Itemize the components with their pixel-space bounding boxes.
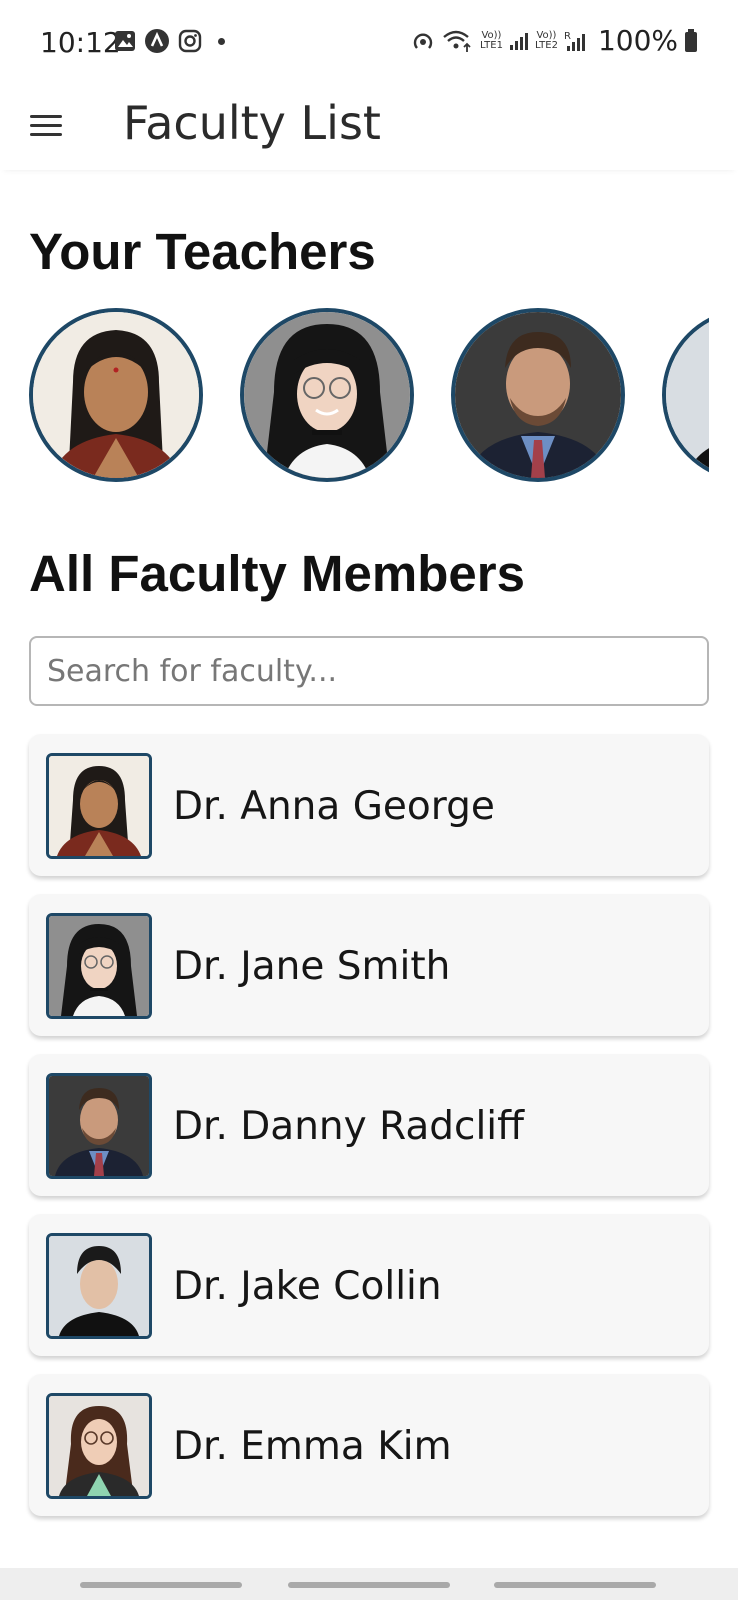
faculty-name: Dr. Anna George <box>173 784 495 829</box>
teachers-carousel[interactable] <box>29 306 709 486</box>
lte1-label: Vo)) LTE1 <box>479 29 503 51</box>
faculty-card[interactable]: Dr. Danny Radcliff <box>29 1054 709 1196</box>
faculty-name: Dr. Jane Smith <box>173 944 451 989</box>
signal-1-icon <box>509 31 529 51</box>
teacher-avatar[interactable] <box>29 308 203 482</box>
faculty-list: Dr. Anna George Dr. Jane Smith Dr. Danny… <box>29 734 709 1534</box>
app-notification-icon <box>144 28 170 54</box>
gallery-icon <box>114 30 136 52</box>
nav-home-button[interactable] <box>288 1582 450 1588</box>
faculty-card[interactable]: Dr. Emma Kim <box>29 1374 709 1516</box>
nav-recents-button[interactable] <box>80 1582 242 1588</box>
hamburger-menu-icon[interactable] <box>28 106 68 146</box>
nav-back-button[interactable] <box>494 1582 656 1588</box>
more-notifications-dot <box>218 37 225 45</box>
app-bar: Faculty List <box>0 84 738 170</box>
all-faculty-heading: All Faculty Members <box>29 545 525 602</box>
battery-icon <box>684 28 698 53</box>
faculty-name: Dr. Emma Kim <box>173 1424 452 1469</box>
faculty-photo <box>46 1073 152 1179</box>
faculty-photo <box>46 753 152 859</box>
signal-2-icon: R <box>564 30 586 52</box>
instagram-icon <box>178 29 202 53</box>
system-icons: Vo)) LTE1 Vo)) LTE2 R 100% <box>410 24 698 57</box>
faculty-name: Dr. Jake Collin <box>173 1264 442 1309</box>
faculty-photo <box>46 1233 152 1339</box>
faculty-name: Dr. Danny Radcliff <box>173 1104 524 1149</box>
faculty-card[interactable]: Dr. Jake Collin <box>29 1214 709 1356</box>
battery-percent: 100% <box>597 24 678 57</box>
svg-text:R: R <box>564 31 571 42</box>
faculty-photo <box>46 913 152 1019</box>
faculty-card[interactable]: Dr. Jane Smith <box>29 894 709 1036</box>
page-title: Faculty List <box>123 96 381 150</box>
your-teachers-heading: Your Teachers <box>29 223 376 280</box>
search-input[interactable] <box>29 636 709 706</box>
teacher-avatar[interactable] <box>451 308 625 482</box>
status-bar: 10:12 Vo)) LTE1 Vo)) LTE2 R 100% <box>0 0 738 84</box>
system-nav-bar <box>0 1568 738 1600</box>
faculty-photo <box>46 1393 152 1499</box>
hotspot-icon <box>410 28 436 54</box>
teacher-avatar[interactable] <box>662 308 709 482</box>
notification-icons <box>114 28 225 54</box>
faculty-card[interactable]: Dr. Anna George <box>29 734 709 876</box>
lte2-label: Vo)) LTE2 <box>534 29 558 51</box>
teacher-avatar[interactable] <box>240 308 414 482</box>
status-time: 10:12 <box>40 26 121 59</box>
wifi-icon <box>442 28 474 54</box>
